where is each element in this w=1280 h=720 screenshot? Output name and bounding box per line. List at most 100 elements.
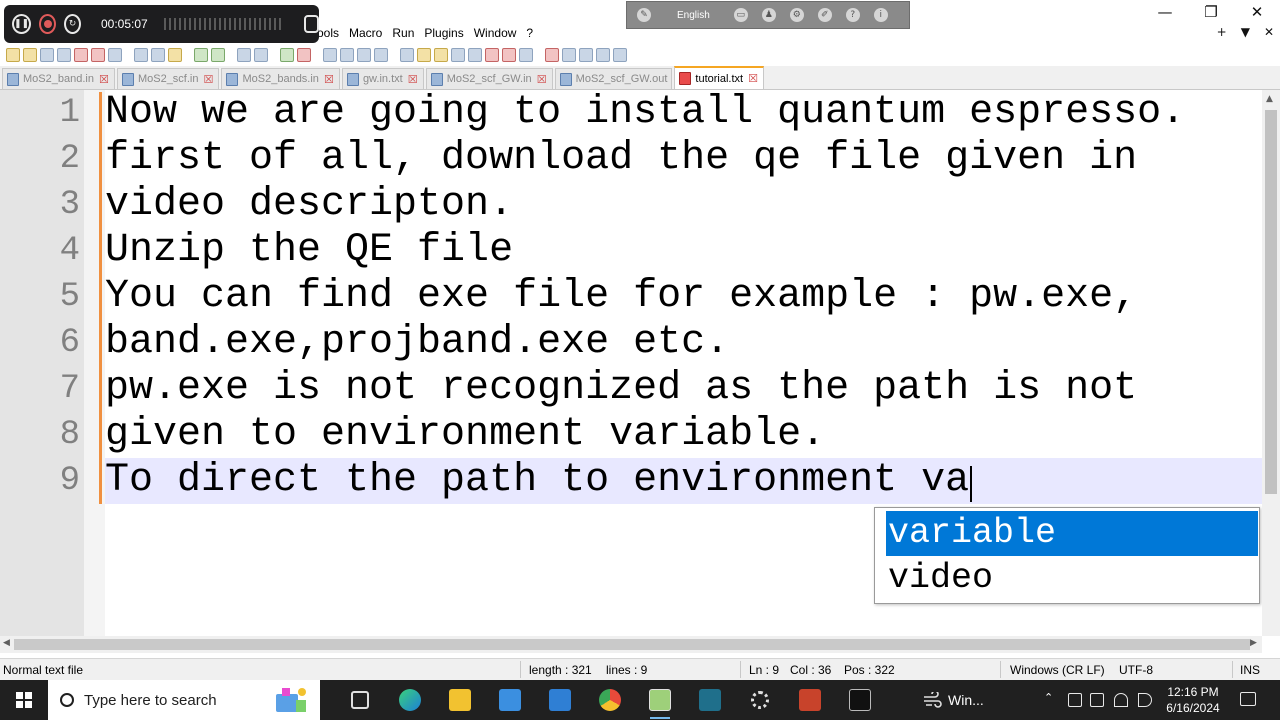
cut-icon[interactable]: [134, 48, 148, 62]
word-wrap-icon[interactable]: [357, 48, 371, 62]
minimize-button[interactable]: —: [1142, 0, 1188, 24]
text-line[interactable]: band.exe,projband.exe etc.: [105, 320, 1262, 366]
tab-gw-in-txt[interactable]: gw.in.txt ☒: [341, 68, 424, 89]
eol-format-label[interactable]: Windows (CR LF): [1010, 663, 1105, 677]
help-icon[interactable]: ?: [845, 8, 860, 22]
vertical-scroll-thumb[interactable]: [1265, 110, 1277, 494]
restore-button[interactable]: ❐: [1188, 0, 1234, 24]
save-all-icon[interactable]: [57, 48, 71, 62]
redo-icon[interactable]: [211, 48, 225, 62]
close-icon[interactable]: ☒: [202, 73, 214, 86]
text-line[interactable]: given to environment variable.: [105, 412, 1262, 458]
language-icon[interactable]: [417, 48, 431, 62]
ime-icon[interactable]: ✎: [637, 8, 651, 22]
taskbar-edge[interactable]: [392, 684, 428, 716]
scroll-right-icon[interactable]: ▶: [1250, 638, 1257, 648]
pause-icon[interactable]: ❚❚: [12, 14, 32, 34]
eye-icon[interactable]: [519, 48, 533, 62]
new-file-icon[interactable]: [6, 48, 20, 62]
find-icon[interactable]: [237, 48, 251, 62]
taskbar-clock[interactable]: 12:16 PM 6/16/2024: [1160, 684, 1226, 716]
vertical-scrollbar[interactable]: ▲: [1262, 90, 1280, 636]
menu-plugins[interactable]: Plugins: [419, 25, 468, 41]
autocomplete-item-variable[interactable]: variable: [886, 511, 1258, 556]
autocomplete-item-video[interactable]: video: [886, 556, 1258, 601]
print-icon[interactable]: [108, 48, 122, 62]
info-icon[interactable]: i: [873, 8, 888, 22]
record-macro-icon[interactable]: [545, 48, 559, 62]
taskbar-notepad-plus-plus[interactable]: [642, 684, 678, 719]
chevron-up-icon[interactable]: ⌃: [1044, 691, 1058, 705]
encoding-label[interactable]: UTF-8: [1119, 663, 1153, 677]
close-icon[interactable]: ☒: [747, 72, 759, 85]
horizontal-scrollbar[interactable]: ◀ ▶: [0, 636, 1262, 653]
save-macro-icon[interactable]: [613, 48, 627, 62]
taskbar-powerpoint[interactable]: [792, 684, 828, 716]
tab-mos2-band-in[interactable]: MoS2_band.in ☒: [2, 68, 115, 89]
pen-icon[interactable]: ✐: [817, 8, 832, 22]
open-file-icon[interactable]: [23, 48, 37, 62]
replace-icon[interactable]: [254, 48, 268, 62]
run-macro-multiple-icon[interactable]: [596, 48, 610, 62]
text-line[interactable]: Now we are going to install quantum espr…: [105, 90, 1262, 136]
taskbar-chrome[interactable]: [592, 684, 628, 716]
play-macro-icon[interactable]: [579, 48, 593, 62]
taskbar-settings[interactable]: [742, 684, 778, 716]
panel-icon[interactable]: [502, 48, 516, 62]
taskbar-app[interactable]: [692, 684, 728, 716]
taskbar-file-explorer[interactable]: [442, 684, 478, 716]
taskbar-store[interactable]: [492, 684, 528, 716]
weather-label[interactable]: Win...: [948, 692, 984, 708]
stop-macro-icon[interactable]: [562, 48, 576, 62]
tab-mos2-scf-in[interactable]: MoS2_scf.in ☒: [116, 68, 220, 89]
current-text-line[interactable]: To direct the path to environment va: [105, 458, 1262, 504]
folder-workspace-icon[interactable]: [468, 48, 482, 62]
notification-icon[interactable]: [1240, 692, 1256, 706]
language-label[interactable]: English: [677, 10, 710, 21]
text-line[interactable]: You can find exe file for example : pw.e…: [105, 274, 1262, 320]
close-file-icon[interactable]: [74, 48, 88, 62]
tab-mos2-scf-gw-in[interactable]: MoS2_scf_GW.in ☒: [425, 68, 553, 89]
sync-horizontal-icon[interactable]: [340, 48, 354, 62]
restart-icon[interactable]: ↻: [64, 14, 81, 34]
battery-icon[interactable]: [1090, 693, 1104, 707]
wifi-icon[interactable]: [1114, 693, 1128, 707]
text-line[interactable]: video descripton.: [105, 182, 1262, 228]
close-icon[interactable]: ☒: [323, 73, 335, 86]
menu-macro[interactable]: Macro: [344, 25, 387, 41]
menu-help[interactable]: ?: [521, 25, 538, 41]
function-list-icon[interactable]: [451, 48, 465, 62]
menu-window[interactable]: Window: [469, 25, 522, 41]
tab-mos2-bands-in[interactable]: MoS2_bands.in ☒: [221, 68, 340, 89]
show-all-characters-icon[interactable]: [374, 48, 388, 62]
zoom-out-icon[interactable]: [297, 48, 311, 62]
close-all-icon[interactable]: [91, 48, 105, 62]
insert-mode-label[interactable]: INS: [1240, 663, 1260, 677]
close-icon[interactable]: ☒: [536, 73, 548, 86]
zoom-in-icon[interactable]: [280, 48, 294, 62]
copy-icon[interactable]: [151, 48, 165, 62]
save-icon[interactable]: [40, 48, 54, 62]
monitoring-icon[interactable]: [485, 48, 499, 62]
menu-run[interactable]: Run: [387, 25, 419, 41]
sync-vertical-icon[interactable]: [323, 48, 337, 62]
close-icon[interactable]: ☒: [98, 73, 110, 86]
text-line[interactable]: Unzip the QE file: [105, 228, 1262, 274]
document-map-icon[interactable]: [434, 48, 448, 62]
horizontal-scroll-thumb[interactable]: [14, 639, 1250, 650]
stop-record-icon[interactable]: [39, 14, 57, 34]
settings-icon[interactable]: ⚙: [789, 8, 804, 22]
text-line[interactable]: pw.exe is not recognized as the path is …: [105, 366, 1262, 412]
scroll-left-icon[interactable]: ◀: [3, 638, 10, 648]
close-icon[interactable]: ☒: [407, 73, 419, 86]
tool-icon[interactable]: ♟: [761, 8, 776, 22]
close-button[interactable]: ✕: [1234, 0, 1280, 24]
keyboard-icon[interactable]: ▭: [733, 8, 748, 22]
undo-icon[interactable]: [194, 48, 208, 62]
paste-icon[interactable]: [168, 48, 182, 62]
taskbar-terminal[interactable]: [842, 684, 878, 716]
tab-list-button[interactable]: ▼: [1241, 25, 1250, 39]
text-line[interactable]: first of all, download the qe file given…: [105, 136, 1262, 182]
search-highlight-icon[interactable]: [268, 684, 312, 716]
close-document-button[interactable]: ✕: [1264, 25, 1274, 39]
